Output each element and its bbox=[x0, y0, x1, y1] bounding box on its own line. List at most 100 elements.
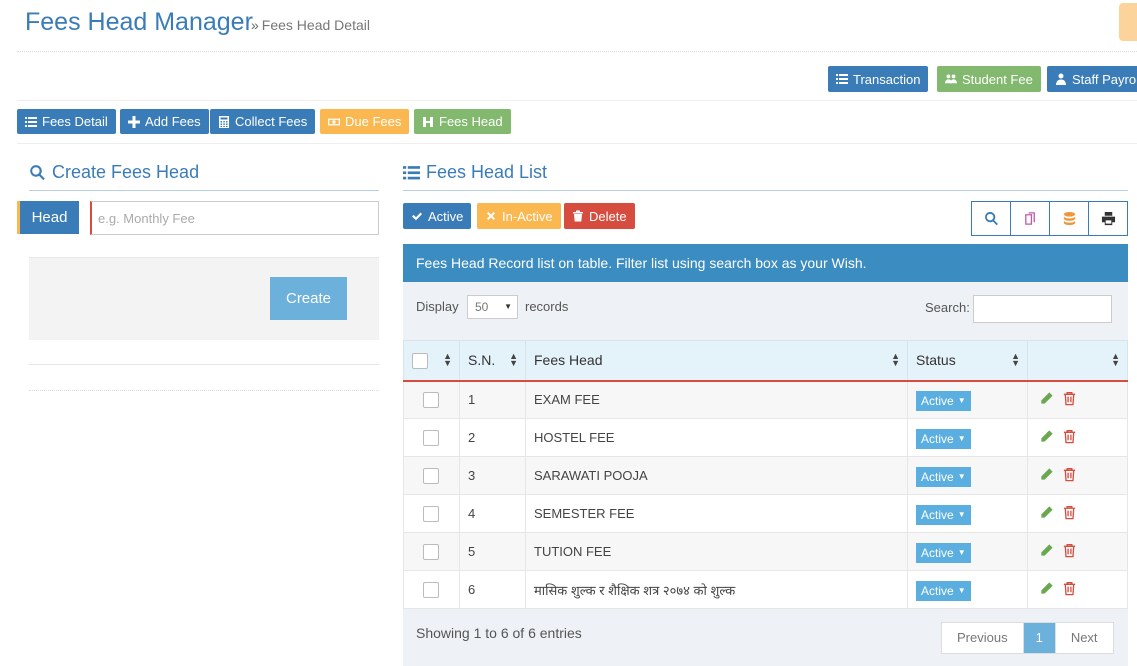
status-dropdown[interactable]: Active ▼ bbox=[916, 580, 971, 601]
status-dropdown[interactable]: Active ▼ bbox=[916, 542, 971, 563]
add-fees-button[interactable]: Add Fees bbox=[120, 109, 209, 134]
caret-down-icon: ▼ bbox=[957, 547, 966, 557]
export-tool-button[interactable] bbox=[1050, 202, 1089, 235]
status-label: Active bbox=[921, 583, 954, 598]
caret-down-icon: ▼ bbox=[957, 509, 966, 519]
page-title: Fees Head Manager bbox=[25, 8, 253, 36]
sort-icon[interactable]: ▲ ▼ bbox=[891, 352, 900, 368]
trash-icon[interactable] bbox=[1062, 467, 1077, 482]
divider bbox=[29, 390, 379, 391]
table-row: 2 HOSTEL FEE Active ▼ bbox=[403, 418, 1128, 457]
caret-down-icon: ▼ bbox=[957, 433, 966, 443]
row-checkbox[interactable] bbox=[423, 543, 439, 560]
status-label: Active bbox=[921, 469, 954, 484]
collect-fees-button[interactable]: Collect Fees bbox=[210, 109, 316, 134]
trash-icon[interactable] bbox=[1062, 391, 1077, 406]
sn-header[interactable]: S.N. ▲ ▼ bbox=[459, 340, 526, 382]
status-dropdown[interactable]: Active ▼ bbox=[916, 466, 971, 487]
search-label: Search: bbox=[925, 300, 970, 315]
fees-head-header[interactable]: Fees Head ▲ ▼ bbox=[525, 340, 908, 382]
list-icon bbox=[403, 166, 420, 180]
student-fee-button[interactable]: Student Fee bbox=[937, 66, 1041, 92]
edit-icon[interactable] bbox=[1039, 581, 1054, 596]
due-fees-button[interactable]: Due Fees bbox=[320, 109, 410, 134]
due-fees-label: Due Fees bbox=[345, 114, 402, 129]
fees-detail-button[interactable]: Fees Detail bbox=[17, 109, 116, 134]
row-checkbox[interactable] bbox=[423, 581, 439, 598]
inactive-label: In-Active bbox=[502, 208, 553, 224]
row-checkbox[interactable] bbox=[423, 392, 439, 409]
trash-icon[interactable] bbox=[1062, 505, 1077, 520]
status-dropdown[interactable]: Active ▼ bbox=[916, 428, 971, 449]
table-row: 1 EXAM FEE Active ▼ bbox=[403, 380, 1128, 419]
edit-icon[interactable] bbox=[1039, 505, 1054, 520]
search-icon bbox=[30, 165, 45, 181]
table-row: 5 TUTION FEE Active ▼ bbox=[403, 532, 1128, 571]
status-label: Active bbox=[921, 393, 954, 408]
inactive-button[interactable]: In-Active bbox=[477, 203, 561, 229]
divider bbox=[17, 143, 1137, 144]
edit-icon[interactable] bbox=[1039, 543, 1054, 558]
sort-icon[interactable]: ▲ ▼ bbox=[443, 352, 452, 368]
actions-header[interactable]: ▲ ▼ bbox=[1027, 340, 1128, 382]
create-fees-head-title: Create Fees Head bbox=[29, 162, 199, 183]
row-sn: 3 bbox=[459, 456, 526, 495]
search-input[interactable] bbox=[973, 295, 1112, 323]
transaction-button[interactable]: Transaction bbox=[828, 66, 929, 92]
sort-icon[interactable]: ▲ ▼ bbox=[509, 352, 518, 368]
add-fees-label: Add Fees bbox=[145, 114, 201, 129]
search-icon bbox=[984, 211, 998, 226]
previous-page-button[interactable]: Previous bbox=[942, 623, 1024, 653]
active-button[interactable]: Active bbox=[403, 203, 472, 229]
edit-icon[interactable] bbox=[1039, 467, 1054, 482]
breadcrumb: » Fees Head Detail bbox=[251, 17, 370, 33]
row-checkbox[interactable] bbox=[423, 429, 439, 446]
settings-button[interactable] bbox=[1119, 3, 1137, 41]
row-fees-head: TUTION FEE bbox=[525, 532, 908, 571]
divider bbox=[17, 100, 1137, 101]
fees-head-button[interactable]: Fees Head bbox=[414, 109, 511, 134]
status-dropdown[interactable]: Active ▼ bbox=[916, 390, 971, 411]
status-header-label: Status bbox=[916, 352, 956, 369]
status-dropdown[interactable]: Active ▼ bbox=[916, 504, 971, 525]
fees-head-header-label: Fees Head bbox=[534, 352, 603, 369]
copy-tool-button[interactable] bbox=[1011, 202, 1050, 235]
status-label: Active bbox=[921, 545, 954, 560]
user-icon bbox=[1056, 73, 1066, 85]
staff-payroll-button[interactable]: Staff Payro bbox=[1047, 66, 1137, 92]
display-value: 50 bbox=[475, 300, 489, 314]
edit-icon[interactable] bbox=[1039, 391, 1054, 406]
create-fees-head-label: Create Fees Head bbox=[52, 162, 200, 182]
create-button[interactable]: Create bbox=[270, 277, 347, 320]
page-1-button[interactable]: 1 bbox=[1023, 623, 1056, 653]
trash-icon[interactable] bbox=[1062, 543, 1077, 558]
select-all-checkbox[interactable] bbox=[412, 352, 428, 369]
search-tool-button[interactable] bbox=[972, 202, 1011, 235]
edit-icon[interactable] bbox=[1039, 429, 1054, 444]
trash-icon[interactable] bbox=[1062, 429, 1077, 444]
head-label: Head bbox=[17, 201, 79, 234]
row-fees-head: SARAWATI POOJA bbox=[525, 456, 908, 495]
row-checkbox[interactable] bbox=[423, 505, 439, 522]
delete-button[interactable]: Delete bbox=[564, 203, 635, 229]
trash-icon[interactable] bbox=[1062, 581, 1077, 596]
display-select[interactable]: 50 ▼ bbox=[467, 295, 518, 319]
calculator-icon bbox=[219, 115, 229, 128]
fees-head-label: Fees Head bbox=[439, 114, 503, 129]
print-tool-button[interactable] bbox=[1089, 202, 1127, 235]
student-fee-label: Student Fee bbox=[962, 71, 1033, 87]
sort-icon[interactable]: ▲ ▼ bbox=[1111, 352, 1120, 368]
select-all-header[interactable]: ▲ ▼ bbox=[403, 340, 460, 382]
row-checkbox[interactable] bbox=[423, 467, 439, 484]
breadcrumb-current[interactable]: Fees Head Detail bbox=[262, 17, 370, 33]
status-header[interactable]: Status ▲ ▼ bbox=[907, 340, 1028, 382]
next-page-button[interactable]: Next bbox=[1056, 623, 1113, 653]
row-fees-head: EXAM FEE bbox=[525, 380, 908, 419]
head-input[interactable] bbox=[90, 201, 379, 235]
transaction-label: Transaction bbox=[853, 71, 921, 87]
database-icon bbox=[1063, 211, 1075, 226]
fees-head-list-label: Fees Head List bbox=[426, 162, 548, 182]
sort-icon[interactable]: ▲ ▼ bbox=[1011, 352, 1020, 368]
sn-header-label: S.N. bbox=[468, 352, 496, 369]
active-label: Active bbox=[428, 208, 464, 224]
